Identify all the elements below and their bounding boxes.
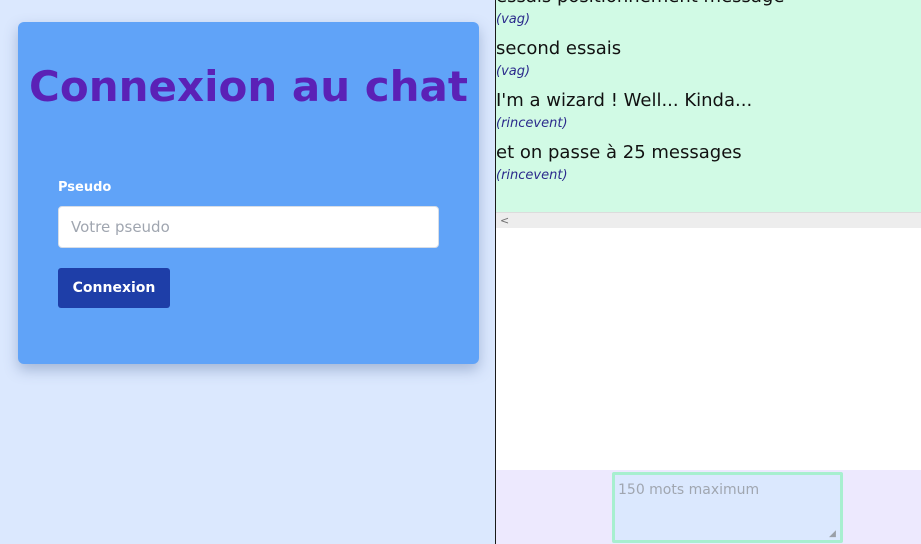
message-author: (rincevent): [496, 116, 568, 131]
login-card: Connexion au chat Pseudo Connexion: [18, 22, 479, 364]
chat-empty-area: [496, 228, 921, 470]
message-textarea[interactable]: [612, 472, 843, 543]
login-title: Connexion au chat: [29, 62, 468, 111]
chat-pane: essais positionnement message (vag) seco…: [496, 0, 921, 544]
message-text: essais positionnement message: [496, 0, 784, 10]
message-text: I'm a wizard ! Well... Kinda...: [496, 90, 753, 111]
pseudo-input[interactable]: [58, 206, 439, 248]
scroll-left-icon[interactable]: <: [500, 213, 509, 229]
message-text: second essais: [496, 38, 622, 59]
login-pane: Connexion au chat Pseudo Connexion: [0, 0, 495, 544]
message-item: et on passe à 25 messages (rincevent): [496, 140, 921, 192]
messages-area[interactable]: essais positionnement message (vag) seco…: [496, 0, 921, 212]
pseudo-label: Pseudo: [58, 180, 112, 195]
horizontal-scrollbar[interactable]: <: [496, 212, 921, 228]
message-author: (vag): [496, 64, 531, 79]
message-text: et on passe à 25 messages: [496, 142, 742, 163]
message-author: (vag): [496, 12, 531, 27]
resize-grip-icon[interactable]: ◢: [829, 530, 836, 539]
login-button[interactable]: Connexion: [58, 268, 170, 308]
message-list: essais positionnement message (vag) seco…: [496, 0, 921, 192]
message-item: I'm a wizard ! Well... Kinda... (rinceve…: [496, 88, 921, 140]
compose-bar: ◢: [496, 470, 921, 544]
message-item: essais positionnement message (vag): [496, 0, 921, 36]
message-author: (rincevent): [496, 168, 568, 183]
message-item: second essais (vag): [496, 36, 921, 88]
